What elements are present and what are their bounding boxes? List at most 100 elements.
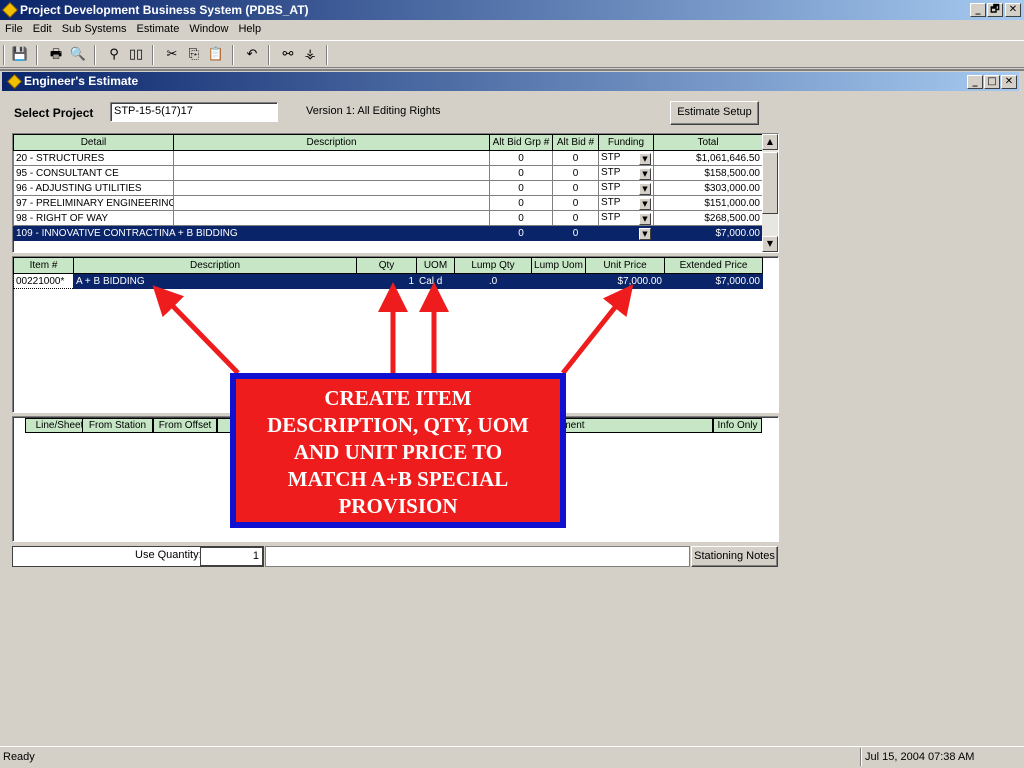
col-header-alt-bid[interactable]: Alt Bid # [552, 134, 599, 151]
col-header-alt-bid-grp[interactable]: Alt Bid Grp # [489, 134, 553, 151]
description-cell[interactable] [173, 150, 490, 166]
dropdown-arrow-icon[interactable]: ▼ [639, 197, 651, 210]
detail-row-selected[interactable]: 109 - INNOVATIVE CONTRACTINA + B BIDDING… [13, 225, 763, 241]
dropdown-arrow-icon[interactable]: ▼ [639, 152, 651, 165]
uom-cell[interactable]: Cal d [416, 273, 455, 289]
detail-cell[interactable]: 109 - INNOVATIVE CONTRACTINA + B BIDDING [13, 225, 238, 241]
alt-bid-grp-cell[interactable]: 0 [489, 195, 553, 211]
menu-edit[interactable]: Edit [28, 20, 57, 35]
col-header-unit-price[interactable]: Unit Price [585, 257, 665, 274]
alt-bid-grp-cell[interactable]: 0 [489, 225, 553, 241]
alt-bid-cell[interactable]: 0 [552, 195, 599, 211]
description-cell[interactable] [173, 210, 490, 226]
dropdown-arrow-icon[interactable]: ▼ [639, 167, 651, 180]
stationing-notes-button[interactable]: Stationing Notes [691, 546, 778, 567]
description-cell[interactable] [173, 180, 490, 196]
lump-uom-cell[interactable] [531, 273, 586, 289]
find-replace-icon[interactable]: ⚶ [300, 45, 320, 65]
total-cell[interactable]: $303,000.00 [653, 180, 763, 196]
description-cell[interactable] [173, 165, 490, 181]
detail-cell[interactable]: 98 - RIGHT OF WAY [13, 210, 174, 226]
select-project-input[interactable]: STP-15-5(17)17 [110, 102, 278, 122]
detail-row[interactable]: 97 - PRELIMINARY ENGINEERING 0 0 STP ▼ $1… [13, 195, 763, 211]
funding-cell[interactable]: STP ▼ [598, 165, 654, 181]
detail-cell[interactable]: 20 - STRUCTURES [13, 150, 174, 166]
scroll-down-icon[interactable]: ▼ [762, 236, 778, 252]
total-cell[interactable]: $268,500.00 [653, 210, 763, 226]
item-row-selected[interactable]: 00221000* A + B BIDDING 1 Cal d .0 $7,00… [13, 273, 763, 289]
alt-bid-grp-cell[interactable]: 0 [489, 180, 553, 196]
alt-bid-cell[interactable]: 0 [552, 180, 599, 196]
unit-price-cell[interactable]: $7,000.00 [585, 273, 665, 289]
extended-price-cell[interactable]: $7,000.00 [664, 273, 763, 289]
col-header-detail[interactable]: Detail [13, 134, 174, 151]
col-header-lump-qty[interactable]: Lump Qty [454, 257, 532, 274]
detail-cell[interactable]: 97 - PRELIMINARY ENGINEERING [13, 195, 174, 211]
alt-bid-cell[interactable]: 0 [552, 225, 599, 241]
total-cell[interactable]: $1,061,646.50 [653, 150, 763, 166]
dropdown-arrow-icon[interactable]: ▼ [639, 227, 651, 240]
print-preview-icon[interactable]: 🔍 [68, 45, 88, 65]
alt-bid-cell[interactable]: 0 [552, 165, 599, 181]
col-header-qty[interactable]: Qty [356, 257, 417, 274]
col-header-item-number[interactable]: Item # [13, 257, 74, 274]
col-header-info-only[interactable]: Info Only [713, 418, 762, 433]
qty-cell[interactable]: 1 [356, 273, 417, 289]
col-header-from-station[interactable]: From Station [82, 418, 153, 433]
description-cell[interactable] [173, 195, 490, 211]
print-icon[interactable]: 🖶 [46, 45, 66, 65]
alt-bid-cell[interactable]: 0 [552, 150, 599, 166]
funding-cell[interactable]: STP ▼ [598, 180, 654, 196]
binoculars-icon[interactable]: ⚯ [278, 45, 298, 65]
minimize-button[interactable]: _ [970, 3, 986, 17]
estimate-setup-button[interactable]: Estimate Setup [670, 101, 759, 125]
child-maximize-button[interactable]: □ [984, 75, 1000, 89]
funding-cell[interactable]: STP ▼ [598, 150, 654, 166]
child-close-button[interactable]: ✕ [1001, 75, 1017, 89]
funding-cell[interactable]: ▼ [598, 225, 654, 241]
alt-bid-grp-cell[interactable]: 0 [489, 150, 553, 166]
total-cell[interactable]: $7,000.00 [653, 225, 763, 241]
detail-scrollbar[interactable]: ▲ ▼ [762, 134, 778, 252]
detail-cell[interactable]: 95 - CONSULTANT CE [13, 165, 174, 181]
col-header-funding[interactable]: Funding [598, 134, 654, 151]
col-header-from-offset[interactable]: From Offset [153, 418, 217, 433]
alt-bid-grp-cell[interactable]: 0 [489, 210, 553, 226]
menu-help[interactable]: Help [233, 20, 266, 35]
alt-bid-cell[interactable]: 0 [552, 210, 599, 226]
dropdown-arrow-icon[interactable]: ▼ [639, 182, 651, 195]
total-cell[interactable]: $151,000.00 [653, 195, 763, 211]
funding-cell[interactable]: STP ▼ [598, 195, 654, 211]
undo-icon[interactable]: ↶ [242, 45, 262, 65]
notes-field[interactable] [265, 546, 690, 567]
scroll-up-icon[interactable]: ▲ [762, 134, 778, 150]
find-person-icon[interactable]: ⚲ [104, 45, 124, 65]
menu-sub-systems[interactable]: Sub Systems [57, 20, 132, 35]
detail-row[interactable]: 96 - ADJUSTING UTILITIES 0 0 STP ▼ $303,0… [13, 180, 763, 196]
item-description-cell[interactable]: A + B BIDDING [73, 273, 357, 289]
col-header-total[interactable]: Total [653, 134, 763, 151]
col-header-item-description[interactable]: Description [73, 257, 357, 274]
lump-qty-cell[interactable]: .0 [454, 273, 532, 289]
detail-row[interactable]: 95 - CONSULTANT CE 0 0 STP ▼ $158,500.00 [13, 165, 763, 181]
col-header-uom[interactable]: UOM [416, 257, 455, 274]
col-header-description[interactable]: Description [173, 134, 490, 151]
menu-estimate[interactable]: Estimate [132, 20, 185, 35]
close-button[interactable]: ✕ [1005, 3, 1021, 17]
alt-bid-grp-cell[interactable]: 0 [489, 165, 553, 181]
detail-row[interactable]: 20 - STRUCTURES 0 0 STP ▼ $1,061,646.50 [13, 150, 763, 166]
total-cell[interactable]: $158,500.00 [653, 165, 763, 181]
use-quantity-input[interactable]: 1 [200, 547, 263, 566]
funding-cell[interactable]: STP ▼ [598, 210, 654, 226]
save-icon[interactable]: 💾 [10, 45, 30, 65]
restore-button[interactable]: 🗗 [987, 3, 1003, 17]
item-number-cell[interactable]: 00221000* [13, 273, 74, 289]
col-header-lump-uom[interactable]: Lump Uom [531, 257, 586, 274]
cut-icon[interactable]: ✂ [162, 45, 182, 65]
menu-window[interactable]: Window [184, 20, 233, 35]
dropdown-arrow-icon[interactable]: ▼ [639, 212, 651, 225]
paste-icon[interactable]: 📋 [206, 45, 226, 65]
scroll-thumb[interactable] [762, 152, 778, 214]
detail-row[interactable]: 98 - RIGHT OF WAY 0 0 STP ▼ $268,500.00 [13, 210, 763, 226]
col-header-extended-price[interactable]: Extended Price [664, 257, 763, 274]
